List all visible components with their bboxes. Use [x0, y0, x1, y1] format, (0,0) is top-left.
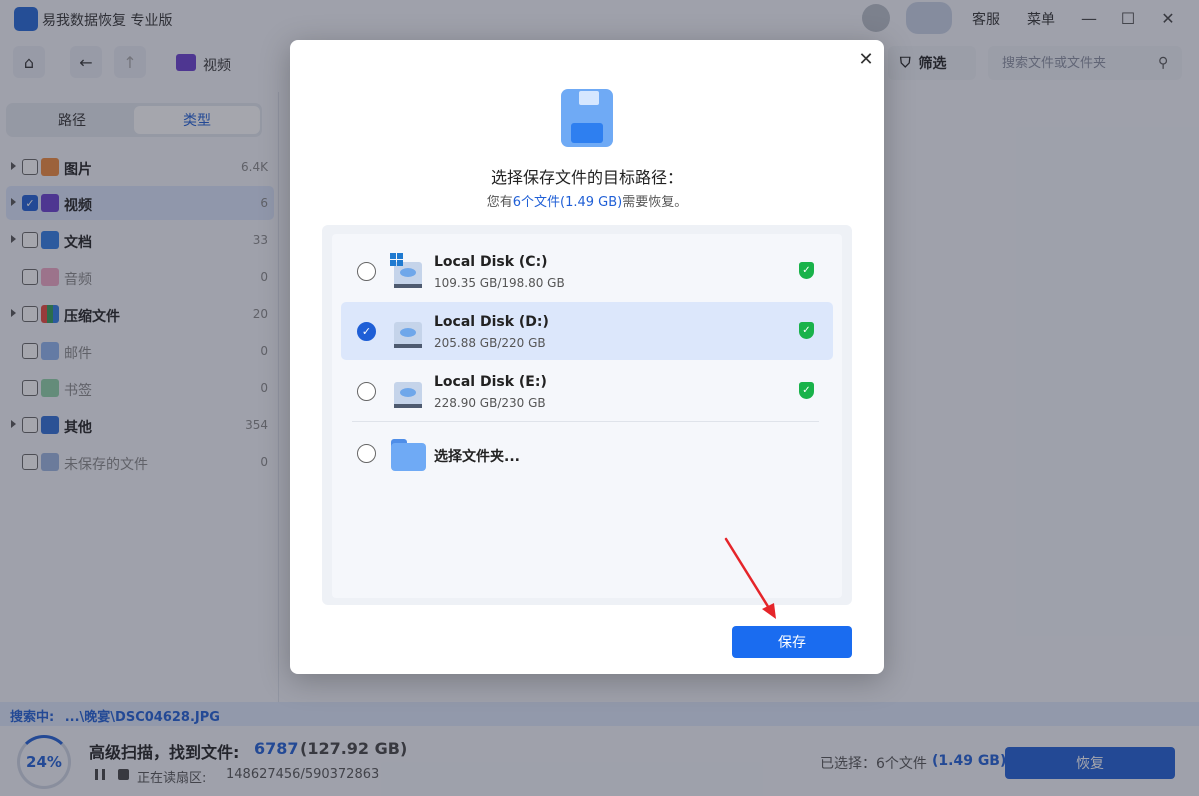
disk-size: 109.35 GB/198.80 GB [434, 276, 565, 290]
radio-button[interactable] [357, 262, 376, 281]
save-button[interactable]: 保存 [732, 626, 852, 658]
radio-button-selected[interactable]: ✓ [357, 322, 376, 341]
dialog-title: 选择保存文件的目标路径： [490, 168, 683, 187]
radio-button[interactable] [357, 444, 376, 463]
radio-button[interactable] [357, 382, 376, 401]
disk-name: Local Disk (E:) [434, 374, 547, 390]
shield-check-icon: ✓ [799, 382, 814, 399]
save-disk-icon-label [571, 123, 603, 143]
disk-name: Local Disk (C:) [434, 254, 548, 270]
disk-size: 205.88 GB/220 GB [434, 336, 546, 350]
disk-name: Local Disk (D:) [434, 314, 549, 330]
shield-check-icon: ✓ [799, 322, 814, 339]
red-arrow-annotation [724, 537, 776, 619]
dialog-subtitle: 您有6个文件(1.49 GB)需要恢复。 [290, 191, 884, 210]
hard-disk-icon [393, 376, 423, 408]
disk-option-c[interactable]: Local Disk (C:) 109.35 GB/198.80 GB ✓ [341, 242, 833, 300]
hard-disk-icon [393, 316, 423, 348]
windows-logo-icon [390, 253, 403, 266]
disk-option-d[interactable]: ✓ Local Disk (D:) 205.88 GB/220 GB ✓ [341, 302, 833, 360]
choose-folder-option[interactable]: 选择文件夹... [341, 422, 833, 484]
hard-disk-icon [390, 253, 423, 288]
subtitle-suffix: 需要恢复。 [622, 195, 688, 210]
disk-option-e[interactable]: Local Disk (E:) 228.90 GB/230 GB ✓ [341, 362, 833, 420]
choose-folder-label: 选择文件夹... [434, 449, 520, 465]
subtitle-highlight: 6个文件(1.49 GB) [512, 195, 623, 210]
subtitle-prefix: 您有 [486, 195, 513, 210]
disk-size: 228.90 GB/230 GB [434, 396, 546, 410]
shield-check-icon: ✓ [799, 262, 814, 279]
save-disk-icon-slot [579, 91, 599, 105]
close-icon[interactable]: ✕ [856, 49, 876, 70]
folder-icon [391, 443, 426, 471]
